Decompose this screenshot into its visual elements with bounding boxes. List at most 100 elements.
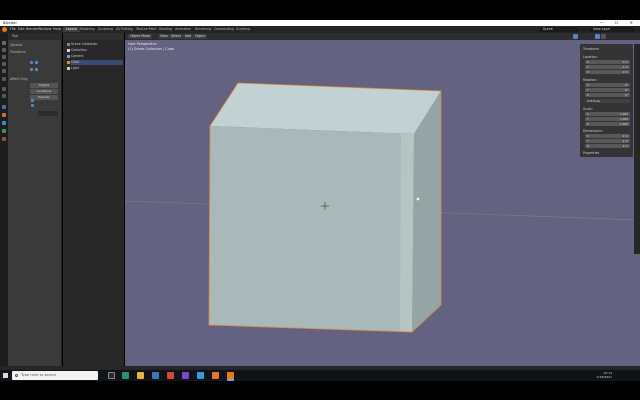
option-checkbox-2[interactable]	[31, 104, 34, 107]
options-row[interactable]: Options	[10, 43, 22, 48]
menu-help[interactable]: Help	[53, 27, 61, 32]
shading-material-icon[interactable]	[601, 34, 606, 39]
scale-y-field[interactable]: Y 1.000	[585, 117, 630, 121]
viewport-header: Object Mode View Select Add Object	[125, 33, 640, 40]
scene-selector[interactable]: Scene	[540, 27, 578, 32]
properties-subpanel-label[interactable]: Properties	[583, 151, 599, 155]
dimensions-x-field[interactable]: X2 m	[585, 134, 630, 138]
photos-icon[interactable]	[197, 372, 204, 379]
outliner-item-light[interactable]: Light	[71, 66, 123, 71]
annotate-icon[interactable]	[2, 87, 6, 91]
grid-x-axis-line	[125, 200, 640, 221]
outliner-item-cube[interactable]: Cube	[71, 60, 123, 65]
tool-settings-icon[interactable]	[2, 105, 6, 109]
affect-checkbox-2[interactable]	[35, 61, 38, 64]
store-icon[interactable]	[152, 372, 159, 379]
outliner-item-camera[interactable]: Camera	[71, 54, 123, 59]
measure-icon[interactable]	[2, 94, 6, 98]
cube-right-face	[412, 91, 441, 332]
shading-solid-icon[interactable]	[595, 34, 600, 39]
windows-start-icon[interactable]	[3, 373, 8, 378]
cube-selection-outline	[208, 82, 442, 333]
modifier-icon[interactable]	[2, 121, 6, 125]
dimensions-z-field[interactable]: Z2 m	[585, 144, 630, 148]
menu-render[interactable]: Render	[26, 27, 38, 32]
dimensions-y-field[interactable]: Y2 m	[585, 139, 630, 143]
transform-panel: Transform Location: X0 m Y0 m Z0 m Rotat…	[580, 44, 633, 157]
object-menu[interactable]: Object	[193, 34, 208, 39]
particles-icon[interactable]	[2, 129, 6, 133]
scale-label: Scale:	[583, 107, 593, 111]
3d-viewport[interactable]: Object Mode View Select Add Object User …	[125, 33, 640, 366]
menu-file[interactable]: File	[10, 27, 16, 32]
properties-header: Tool	[8, 33, 62, 40]
tab-scripting[interactable]: Scripting	[233, 27, 253, 32]
scale-x-field[interactable]: X 1.000	[585, 112, 630, 116]
location-y-field[interactable]: Y0 m	[585, 65, 630, 69]
tool-strip	[0, 33, 8, 366]
app-icon[interactable]	[212, 372, 219, 379]
view-layer-selector[interactable]: View Layer	[590, 27, 634, 32]
slider-field[interactable]	[38, 111, 58, 116]
outliner: Scene Collection Collection Camera Cube …	[63, 33, 124, 366]
outliner-item-collection[interactable]: Collection	[71, 48, 123, 53]
outliner-item-scene-collection[interactable]: Scene Collection	[71, 42, 123, 47]
tab-animation[interactable]: Animation	[172, 27, 194, 32]
material-icon[interactable]	[2, 137, 6, 141]
rotation-mode-select[interactable]: XYZ Euler	[585, 99, 630, 103]
affect-checkbox-4[interactable]	[35, 68, 38, 71]
rotation-y-field[interactable]: Y 0°	[585, 88, 630, 92]
scale-icon[interactable]	[2, 69, 6, 73]
affect-only-label: Affect Only	[10, 77, 28, 81]
mode-selector[interactable]: Object Mode	[128, 34, 153, 39]
location-z-field[interactable]: Z0 m	[585, 70, 630, 74]
move-icon[interactable]	[2, 55, 6, 59]
blender-taskbar-icon[interactable]	[227, 372, 234, 379]
light-icon	[416, 197, 420, 201]
scale-z-field[interactable]: Z 1.000	[585, 122, 630, 126]
locations-toggle[interactable]: Locations	[30, 89, 58, 94]
parents-toggle[interactable]: Parents	[30, 95, 58, 100]
sidebar-tabs[interactable]	[634, 44, 640, 254]
option-checkbox-1[interactable]	[31, 99, 34, 102]
camera-icon	[67, 55, 70, 58]
select-box-icon[interactable]	[2, 41, 6, 45]
transform-icon[interactable]	[2, 77, 6, 81]
rotation-x-field[interactable]: X 0°	[585, 83, 630, 87]
location-x-field[interactable]: X0 m	[585, 60, 630, 64]
os-taskbar: Type here to search 10:14 2/16/2021	[0, 370, 640, 381]
collection-icon	[67, 43, 70, 46]
location-label: Location:	[583, 55, 598, 59]
taskbar-search-input[interactable]: Type here to search	[12, 371, 98, 380]
scene-canvas	[125, 82, 640, 333]
search-icon	[15, 374, 18, 377]
menu-edit[interactable]: Edit	[18, 27, 25, 32]
origins-toggle[interactable]: Origins	[30, 83, 58, 88]
mail-icon[interactable]	[167, 372, 174, 379]
cube-top-face	[210, 83, 441, 134]
top-menubar: File Edit Render Window Help Layout Mode…	[0, 26, 640, 33]
file-explorer-icon[interactable]	[137, 372, 144, 379]
view-menu[interactable]: View	[158, 34, 170, 39]
properties-panel: Tool Options Transform Affect Only Origi…	[8, 33, 62, 366]
object-properties-icon[interactable]	[2, 113, 6, 117]
rotation-label: Rotation:	[583, 78, 598, 82]
affect-checkbox-1[interactable]	[30, 61, 33, 64]
task-view-icon[interactable]	[108, 372, 115, 379]
outliner-header	[63, 33, 124, 40]
menu-window[interactable]: Window	[38, 27, 51, 32]
edge-icon[interactable]	[122, 372, 129, 379]
transform-title[interactable]: Transform	[583, 47, 599, 51]
viewport-overlay-object: (1) Scene Collection | Cube	[128, 47, 175, 51]
affect-checkbox-3[interactable]	[30, 68, 33, 71]
collection-icon	[67, 49, 70, 52]
rotate-icon[interactable]	[2, 62, 6, 66]
cursor-icon[interactable]	[2, 48, 6, 52]
blender-logo-icon[interactable]	[2, 27, 7, 32]
add-menu[interactable]: Add	[183, 34, 194, 39]
rotation-z-field[interactable]: Z 0°	[585, 93, 630, 97]
select-menu[interactable]: Select	[169, 34, 183, 39]
transform-row[interactable]: Transform	[10, 50, 26, 55]
gizmo-toggle-icon[interactable]	[573, 34, 578, 39]
visual-studio-icon[interactable]	[182, 372, 189, 379]
